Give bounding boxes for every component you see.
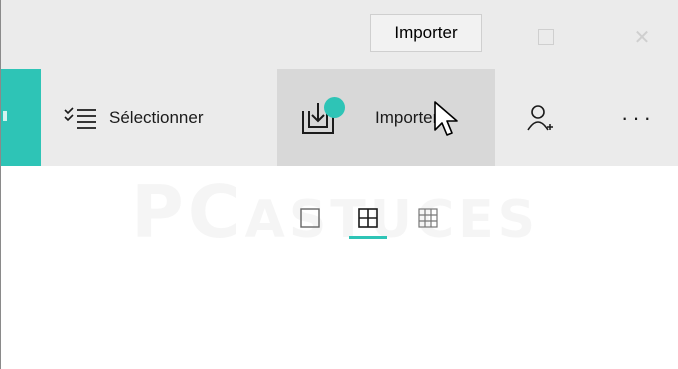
grid-9-view-icon	[418, 208, 438, 228]
add-person-icon	[527, 104, 553, 130]
nav-chevron-icon	[3, 111, 7, 121]
tooltip-text: Importer	[394, 23, 458, 42]
grid-4-view-button[interactable]	[355, 205, 381, 231]
import-tooltip: Importer	[370, 14, 482, 52]
select-label: Sélectionner	[109, 107, 204, 127]
add-person-button[interactable]	[515, 69, 567, 166]
grid-9-view-button[interactable]	[415, 205, 441, 231]
grid-4-view-icon	[358, 208, 378, 228]
command-bar: Sélectionner Importer ···	[1, 69, 678, 166]
mouse-cursor-icon	[434, 101, 458, 136]
maximize-button[interactable]	[516, 20, 576, 54]
title-bar: Importer ✕	[1, 0, 678, 69]
selected-view-indicator	[349, 236, 387, 239]
more-icon: ···	[621, 104, 655, 130]
import-button[interactable]: Importer	[277, 69, 495, 166]
import-icon-wrap	[301, 96, 345, 135]
watermark-main: PC	[131, 170, 245, 254]
close-button[interactable]: ✕	[612, 20, 672, 54]
select-button[interactable]: Sélectionner	[53, 69, 265, 166]
app-window: Importer ✕ Sélectionner Importer ··· PCA…	[0, 0, 678, 369]
checklist-icon	[64, 106, 96, 129]
single-view-button[interactable]	[297, 205, 323, 231]
watermark-rest: ASTUCES	[244, 190, 540, 250]
notification-dot-icon	[324, 96, 345, 118]
watermark: PCASTUCES	[131, 170, 539, 254]
close-icon: ✕	[633, 25, 651, 49]
maximize-icon	[538, 29, 554, 45]
more-button[interactable]: ···	[603, 69, 673, 166]
single-view-icon	[300, 208, 320, 228]
nav-accent-strip[interactable]	[1, 69, 41, 166]
import-label: Importer	[375, 107, 439, 127]
